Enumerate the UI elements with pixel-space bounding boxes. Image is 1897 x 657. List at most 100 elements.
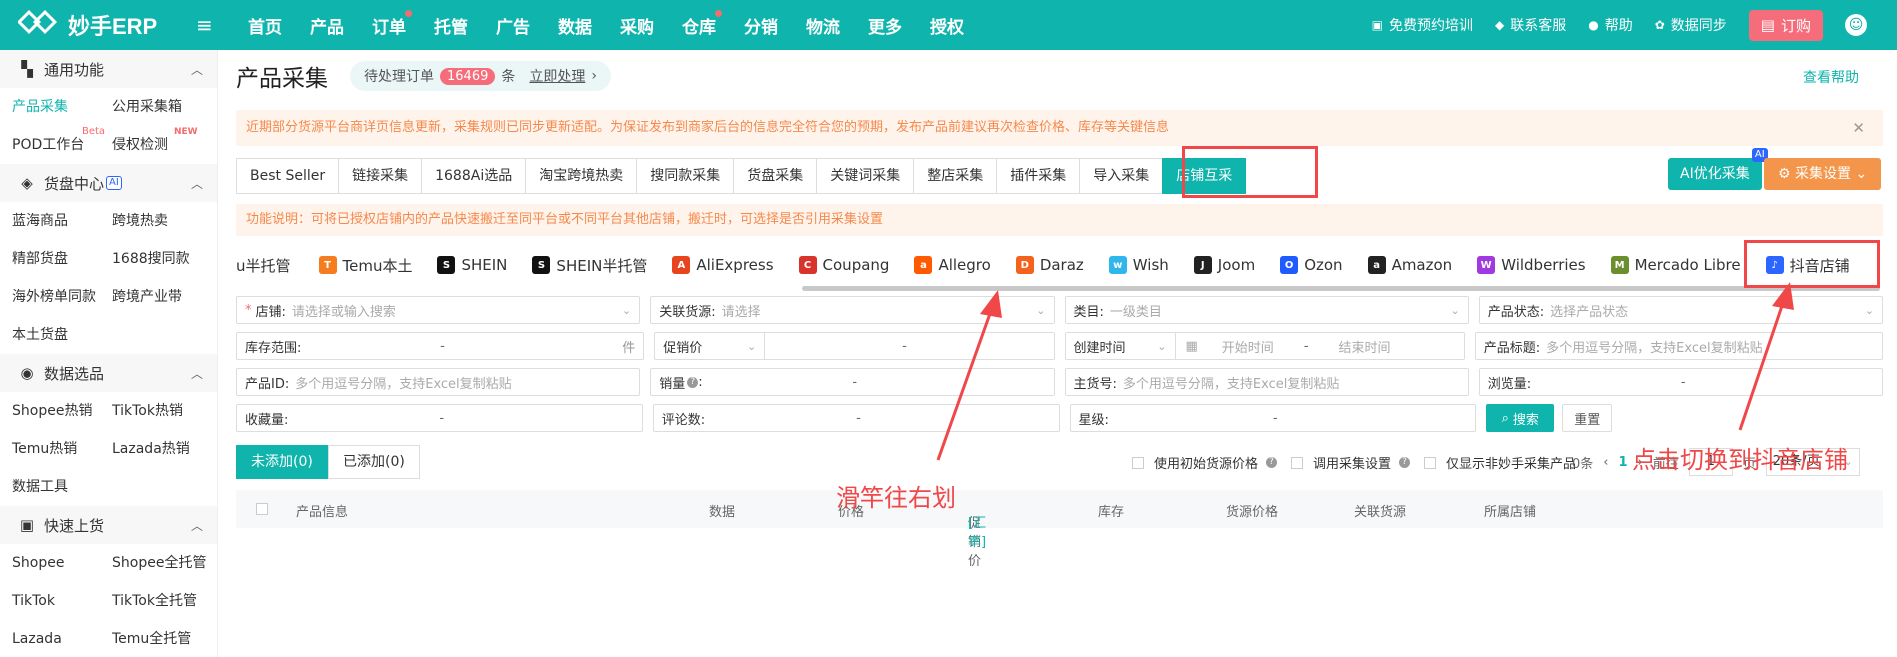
view-help-link[interactable]: 查看帮助 (1803, 67, 1859, 87)
platform-tab-9[interactable]: J Joom (1193, 256, 1255, 274)
platform-tab-10[interactable]: O Ozon (1280, 256, 1343, 274)
orig-price-checkbox[interactable] (1132, 456, 1144, 469)
user-avatar-icon[interactable]: ☺ (1845, 14, 1867, 36)
sidebar-item[interactable]: POD工作台 Beta (12, 126, 112, 164)
support-link[interactable]: ◆ 联系客服 (1495, 15, 1566, 35)
sidebar-item[interactable]: Shopee热销 (12, 392, 112, 430)
sidebar-item[interactable]: 海外榜单同款 (12, 278, 112, 316)
reset-button[interactable]: 重置 (1562, 404, 1613, 432)
sidebar-item[interactable]: 1688搜同款 (112, 240, 222, 278)
tab-collect-5[interactable]: 货盘采集 (733, 158, 817, 194)
sku-input[interactable]: 主货号: 多个用逗号分隔，支持Excel复制粘贴 (1064, 368, 1469, 396)
training-link[interactable]: ▣ 免费预约培训 (1372, 15, 1473, 35)
sales-range-input[interactable]: 销量?: - (650, 368, 1055, 396)
nav-item-6[interactable]: 采购 (620, 13, 654, 38)
source-select[interactable]: 关联货源: 请选择 ⌄ (650, 296, 1055, 324)
sidebar-item[interactable]: Lazada热销 (112, 430, 222, 468)
nav-item-9[interactable]: 物流 (806, 13, 840, 38)
platform-tab-12[interactable]: W Wildberries (1477, 256, 1586, 274)
create-time-range[interactable]: 创建时间 ⌄ ▦ 开始时间 - 结束时间 (1064, 332, 1465, 360)
tab-collect-6[interactable]: 关键词采集 (816, 158, 914, 194)
views-range-input[interactable]: 浏览量: - (1478, 368, 1883, 396)
logo[interactable]: 妙手ERP (0, 9, 190, 41)
sidebar-item[interactable]: 跨境产业带 (112, 278, 222, 316)
promo-type-select[interactable]: 促销价 ⌄ (655, 333, 766, 359)
platform-tab-5[interactable]: C Coupang (798, 256, 889, 274)
platform-tab-4[interactable]: A AliExpress (672, 256, 774, 274)
sidebar-group-0[interactable]: ▚ 通用功能 ︿ (0, 50, 217, 88)
sidebar-item[interactable]: Temu热销 (12, 430, 112, 468)
favorites-range-input[interactable]: 收藏量: - (236, 404, 643, 432)
promo-price-range[interactable]: 促销价 ⌄ - (654, 332, 1055, 360)
sidebar-item[interactable]: 本土货盘 (12, 316, 112, 354)
sidebar-item[interactable]: Shopee全托管 (112, 544, 222, 582)
collect-settings-button[interactable]: ⚙ 采集设置 ⌄ (1764, 158, 1882, 190)
sidebar-item[interactable]: TikTok全托管 (112, 582, 222, 620)
close-icon[interactable]: ✕ (1852, 110, 1865, 146)
current-page[interactable]: 1 (1618, 455, 1627, 470)
sidebar-item[interactable]: 蓝海商品 (12, 202, 112, 240)
sidebar-item[interactable]: 精部货盘 (12, 240, 112, 278)
tab-not-added[interactable]: 未添加(0) (236, 445, 328, 479)
nav-item-8[interactable]: 分销 (744, 13, 778, 38)
platform-tab-11[interactable]: a Amazon (1367, 256, 1452, 274)
reviews-range-input[interactable]: 评论数: - (652, 404, 1060, 432)
platform-tab-13[interactable]: M Mercado Libre (1610, 256, 1741, 274)
help-link[interactable]: ● 帮助 (1588, 15, 1632, 35)
tab-collect-7[interactable]: 整店采集 (913, 158, 997, 194)
nav-item-0[interactable]: 首页 (248, 13, 282, 38)
stock-range-input[interactable]: 库存范围: - 件 (236, 332, 645, 360)
process-now-link[interactable]: 立即处理 (529, 66, 585, 86)
platform-tab-1[interactable]: T Temu本土 (318, 255, 412, 276)
use-settings-checkbox[interactable] (1291, 456, 1304, 469)
order-button[interactable]: ▤ 订购 (1748, 9, 1823, 41)
sidebar-item[interactable]: 公用采集箱 (112, 88, 222, 126)
only-non-checkbox[interactable] (1424, 456, 1437, 469)
tab-collect-2[interactable]: 1688Ai选品 (421, 158, 526, 194)
category-select[interactable]: 类目: 一级类目 ⌄ (1064, 296, 1469, 324)
sidebar-item[interactable]: TikTok热销 (112, 392, 222, 430)
tab-collect-4[interactable]: 搜同款采集 (636, 158, 734, 194)
sidebar-item[interactable]: 数据工具 (12, 468, 112, 506)
nav-item-2[interactable]: 订单 (372, 9, 412, 38)
tab-collect-3[interactable]: 淘宝跨境热卖 (525, 158, 637, 194)
exchange-rate-link[interactable]: [汇率] (968, 512, 986, 550)
sidebar-item[interactable]: Temu全托管 (112, 620, 222, 657)
nav-item-3[interactable]: 托管 (434, 13, 468, 38)
platform-tab-2[interactable]: S SHEIN (437, 256, 507, 274)
platform-scrollbar[interactable] (802, 286, 1880, 291)
rating-range-input[interactable]: 星级: - (1069, 404, 1477, 432)
store-select[interactable]: * 店铺: 请选择或输入搜索 ⌄ (236, 296, 641, 324)
tab-collect-9[interactable]: 导入采集 (1079, 158, 1163, 194)
search-button[interactable]: ⌕ 搜索 (1486, 404, 1555, 432)
product-title-input[interactable]: 产品标题: 多个用逗号分隔，支持Excel复制粘贴 (1474, 332, 1883, 360)
prev-page-icon[interactable]: ‹ (1603, 455, 1608, 470)
status-select[interactable]: 产品状态: 选择产品状态 ⌄ (1478, 296, 1883, 324)
nav-item-4[interactable]: 广告 (496, 13, 530, 38)
sidebar-group-1[interactable]: ◈ 货盘中心 AI ︿ (0, 164, 217, 202)
platform-tab-7[interactable]: D Daraz (1015, 256, 1084, 274)
nav-item-1[interactable]: 产品 (310, 13, 344, 38)
platform-tab-6[interactable]: a Allegro (914, 256, 991, 274)
nav-item-10[interactable]: 更多 (868, 13, 902, 38)
sidebar-group-2[interactable]: ◉ 数据选品 ︿ (0, 354, 217, 392)
time-type-select[interactable]: 创建时间 ⌄ (1066, 333, 1176, 359)
nav-item-7[interactable]: 仓库 (682, 9, 722, 38)
select-all-checkbox[interactable] (256, 503, 268, 515)
sidebar-item[interactable]: 跨境热卖 (112, 202, 222, 240)
sync-link[interactable]: ✿ 数据同步 (1655, 15, 1727, 35)
tab-collect-8[interactable]: 插件采集 (996, 158, 1080, 194)
tab-added[interactable]: 已添加(0) (328, 445, 420, 479)
sidebar-group-3[interactable]: ▣ 快速上货 ︿ (0, 506, 217, 544)
ai-optimize-button[interactable]: AI优化采集 AI (1668, 148, 1768, 190)
product-id-input[interactable]: 产品ID: 多个用逗号分隔，支持Excel复制粘贴 (236, 368, 641, 396)
sidebar-item[interactable]: 侵权检测 NEW (112, 126, 222, 164)
tab-collect-0[interactable]: Best Seller (236, 158, 339, 194)
platform-tab-3[interactable]: S SHEIN半托管 (532, 255, 647, 276)
platform-tab-0[interactable]: u半托管 (236, 255, 291, 276)
tab-collect-1[interactable]: 链接采集 (338, 158, 422, 194)
nav-item-5[interactable]: 数据 (558, 13, 592, 38)
sidebar-item[interactable]: Lazada (12, 620, 112, 657)
sidebar-item[interactable]: 产品采集 (12, 88, 112, 126)
platform-tab-8[interactable]: w Wish (1108, 256, 1169, 274)
